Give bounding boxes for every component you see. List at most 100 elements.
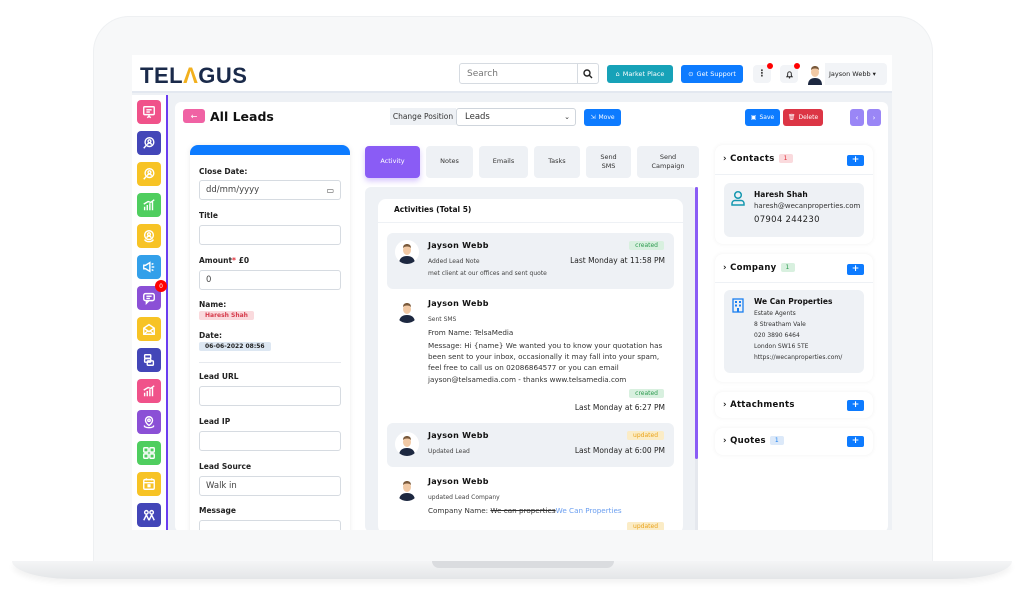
search-input[interactable] [460,64,577,83]
sidebar-item-bar-chart[interactable] [137,379,161,403]
tab-send-campaign[interactable]: Send Campaign [637,146,699,178]
activity-change: Company Name: We can propertiesWe Can Pr… [428,505,668,516]
save-button[interactable]: ▣ Save [745,109,780,126]
quotes-count: 1 [769,436,784,445]
contacts-toggle[interactable]: › Contacts 1 [723,154,793,164]
market-place-button[interactable]: ⌂ Market Place [607,65,673,83]
move-button[interactable]: ⇲ Move [584,109,621,126]
activity-user: Jayson Webb [428,299,489,308]
new-value-link[interactable]: We Can Properties [556,506,622,515]
avatar [805,63,825,85]
divider [378,222,683,223]
company-url[interactable]: https://wecanproperties.com/ [754,354,862,361]
activity-user: Jayson Webb [428,477,489,486]
sidebar-item-chat[interactable]: 0 [137,280,167,310]
activity-time: Last Monday at 6:00 PM [574,446,665,455]
move-icon: ⇲ [590,114,596,121]
position-select-value: Leads [465,112,490,122]
position-select[interactable]: Leads ⌄ [456,108,576,126]
user-menu[interactable]: Jayson Webb ▾ [805,63,887,85]
sidebar-item-database[interactable] [137,348,161,372]
tab-emails[interactable]: Emails [479,146,528,178]
activity-scrollbar[interactable] [695,187,698,530]
lead-ip-input[interactable] [199,431,341,451]
next-button[interactable]: › [867,109,881,126]
delete-button[interactable]: 🗑 Delete [783,109,823,126]
back-button[interactable]: ← [183,109,205,123]
scrollbar-thumb[interactable] [695,187,698,459]
sidebar-item-presentation[interactable] [137,100,161,124]
sidebar-item-user-badge[interactable] [137,224,161,248]
megaphone-icon [143,261,155,273]
logo[interactable]: TELΛGUS [140,63,247,89]
quotes-title: Quotes [730,436,766,446]
field-name: Company Name: [428,506,491,515]
tab-notes[interactable]: Notes [426,146,473,178]
presentation-icon [143,106,155,119]
lead-ip-label: Lead IP [199,417,231,426]
quotes-toggle[interactable]: › Quotes 1 [723,436,784,446]
name-label: Name: [199,300,227,309]
add-contact-button[interactable]: + [847,155,864,166]
sidebar-item-location[interactable] [137,410,161,434]
sidebar-item-user-search[interactable] [137,162,161,186]
activity-action: Sent SMS [428,316,457,323]
notifications-button[interactable] [780,63,800,83]
company-type: Estate Agents [754,310,796,317]
sidebar-item-users[interactable] [137,503,161,527]
logo-accent: Λ [183,63,199,88]
tab-send-sms[interactable]: Send SMS [586,146,631,178]
amount-input[interactable]: 0 [199,270,341,290]
sidebar-item-calendar[interactable] [137,472,161,496]
message-textarea[interactable] [199,520,341,530]
date-badge: 06-06-2022 08:56 [199,342,271,351]
laptop-notch [432,561,614,568]
plus-icon: + [851,264,860,274]
contact-phone: 07904 244230 [754,215,820,225]
amount-label-text: Amount [199,256,233,265]
required-marker: * [232,256,236,265]
unread-badge: 0 [155,280,167,292]
sidebar-item-bar-chart[interactable] [137,193,161,217]
arrow-left-icon: ← [190,111,198,121]
lead-url-input[interactable] [199,386,341,406]
tab-label: Notes [440,157,459,166]
status-badge: created [629,389,664,398]
activity-item: Jayson Webb Updated Lead updated Last Mo… [387,423,674,467]
company-count: 1 [780,263,795,272]
contact-item[interactable]: Haresh Shah haresh@wecanproperties.com 0… [724,183,864,237]
tab-label: Send Campaign [651,152,685,170]
name-badge: Haresh Shah [199,311,254,320]
status-badge: updated [627,431,664,440]
move-label: Move [598,114,615,121]
users-icon [143,509,155,521]
company-item[interactable]: We Can Properties Estate Agents 8 Streat… [724,290,864,373]
contacts-card: › Contacts 1 + Haresh Shah haresh@wecanpr… [715,145,873,244]
avatar [395,240,419,264]
sidebar-item-mail-open[interactable] [137,317,161,341]
title-input[interactable] [199,225,341,245]
prev-button[interactable]: ‹ [850,109,864,126]
search-button[interactable] [577,64,598,83]
tab-label: Send SMS [600,152,617,170]
company-toggle[interactable]: › Company 1 [723,263,795,273]
add-quote-button[interactable]: + [847,436,864,447]
add-company-button[interactable]: + [847,264,864,275]
sidebar-item-megaphone[interactable] [137,255,161,279]
sidebar-item-user-search[interactable] [137,131,161,155]
get-support-button[interactable]: ⊙ Get Support [681,65,743,83]
location-icon [143,416,155,429]
chevron-down-icon: ⌄ [564,113,570,121]
home-icon: ⌂ [615,70,620,78]
plus-icon: + [851,400,860,410]
close-date-input[interactable]: dd/mm/yyyy ▭ [199,180,341,200]
lead-source-input[interactable]: Walk in [199,476,341,496]
sidebar-item-grid[interactable] [137,441,161,465]
attachments-toggle[interactable]: › Attachments [723,400,795,410]
attachments-card: › Attachments + [715,392,873,418]
add-attachment-button[interactable]: + [847,400,864,411]
tab-tasks[interactable]: Tasks [534,146,580,178]
sidebar-rail [166,95,168,530]
more-menu-button[interactable]: ⋮ [753,63,773,83]
tab-activity[interactable]: Activity [365,146,420,178]
